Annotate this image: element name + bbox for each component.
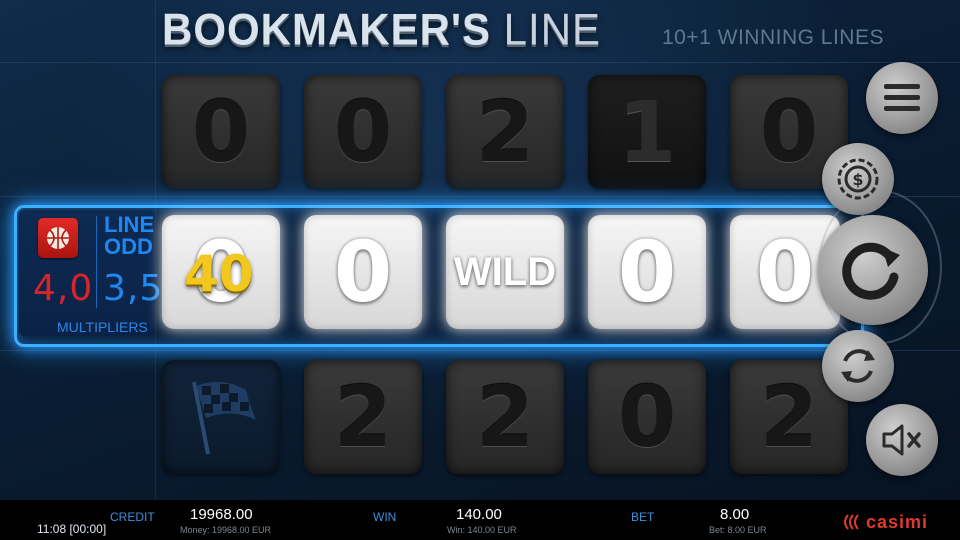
- autoplay-icon: [841, 349, 875, 383]
- reel-symbol: 0: [304, 215, 422, 329]
- basketball-icon: [38, 218, 78, 258]
- bet-label: BET: [631, 510, 655, 524]
- wild-symbol: WILD: [446, 215, 564, 329]
- win-sub: Win: 140.00 EUR: [447, 525, 517, 535]
- reel-symbol: 2: [446, 75, 564, 189]
- spin-icon: [842, 242, 900, 300]
- title-bold: BOOKMAKER'S: [162, 4, 491, 55]
- spin-button[interactable]: [818, 215, 928, 325]
- game-title: BOOKMAKER'S LINE: [162, 5, 601, 55]
- line-odd-label: LINE ODD: [104, 212, 155, 259]
- win-value: 140.00: [456, 506, 502, 523]
- line-label: LINE: [104, 212, 155, 237]
- game-stage: BOOKMAKER'S LINE 10+1 WINNING LINES 0 0 …: [0, 0, 960, 500]
- grid-line: [0, 350, 960, 351]
- reel-symbol: 0: [588, 215, 706, 329]
- mute-button[interactable]: [866, 404, 938, 476]
- reel-symbol: 1: [588, 75, 706, 189]
- mute-icon: [882, 424, 921, 456]
- bet-sub: Bet: 8.00 EUR: [709, 525, 767, 535]
- reel-symbol: 0: [588, 360, 706, 474]
- checkered-flag-icon: [192, 381, 256, 455]
- credit-label: CREDIT: [110, 510, 155, 524]
- checkered-flag-symbol: [162, 360, 280, 474]
- bottom-status-bar: 11:08 [00:00] CREDIT 19968.00 Money: 199…: [0, 500, 960, 540]
- reel-symbol: 2: [304, 360, 422, 474]
- odd-value-red: 4,0: [33, 268, 94, 309]
- win-label: WIN: [373, 510, 397, 524]
- winning-lines-label: 10+1 WINNING LINES: [662, 26, 884, 49]
- credit-value: 19968.00: [190, 506, 253, 523]
- title-light: LINE: [503, 4, 602, 55]
- grid-line: [0, 196, 960, 197]
- grid-line: [0, 62, 960, 63]
- clock: 11:08 [00:00]: [37, 522, 107, 536]
- odd-value-blue: 3,5: [103, 268, 164, 309]
- reel-symbol: 0: [162, 75, 280, 189]
- casimi-logo-icon: [844, 514, 859, 530]
- reel-symbol: 0: [304, 75, 422, 189]
- odd-label: ODD: [104, 234, 153, 259]
- autoplay-button[interactable]: [822, 330, 894, 402]
- bet-coin-button[interactable]: $: [822, 143, 894, 215]
- reel-symbol: 2: [446, 360, 564, 474]
- odds-divider: [96, 216, 97, 308]
- credit-sub: Money: 19968.00 EUR: [180, 525, 272, 535]
- bet-value: 8.00: [720, 506, 750, 523]
- multipliers-label: MULTIPLIERS: [57, 319, 148, 335]
- brand-logo: casimi: [866, 512, 929, 532]
- coin-icon: $: [837, 158, 879, 200]
- menu-icon: [884, 84, 920, 111]
- multiplier-badge: 40: [184, 245, 254, 303]
- menu-button[interactable]: [866, 62, 938, 134]
- svg-text:$: $: [852, 170, 863, 189]
